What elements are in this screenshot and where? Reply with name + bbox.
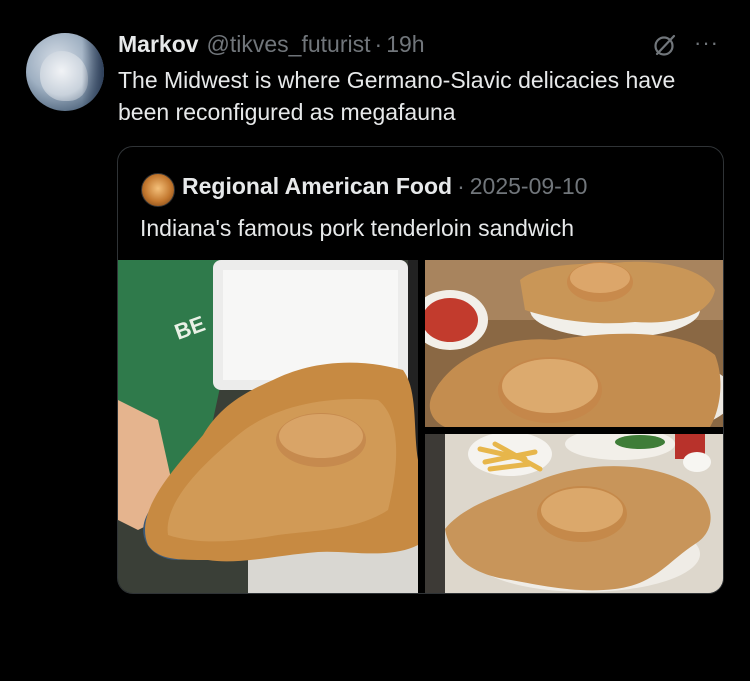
author-handle[interactable]: @tikves_futurist [207, 31, 371, 58]
tweet-header: Markov @tikves_futurist · 19h [118, 31, 425, 61]
author-name[interactable]: Markov [118, 31, 199, 58]
quoted-tweet-date[interactable]: 2025-09-10 [470, 173, 588, 200]
tweet-text: The Midwest is where Germano-Slavic deli… [118, 67, 676, 125]
penguin-avatar-icon [40, 51, 88, 101]
quoted-tweet-header: Regional American Food · 2025-09-10 [182, 173, 587, 200]
photo-person-holding-tenderloin[interactable]: BE [118, 260, 418, 593]
quoted-tweet[interactable]: Regional American Food · 2025-09-10 Indi… [117, 146, 724, 594]
food-avatar-icon[interactable] [141, 173, 175, 207]
grok-icon[interactable] [652, 32, 678, 58]
author-avatar[interactable] [26, 33, 104, 111]
separator: · [457, 173, 465, 199]
tweet[interactable]: Markov @tikves_futurist · 19h ··· The Mi… [0, 0, 750, 681]
quoted-author-name[interactable]: Regional American Food [182, 173, 452, 200]
photo-tenderloin-with-fries[interactable] [425, 434, 723, 593]
quoted-tweet-text: Indiana's famous pork tenderloin sandwic… [140, 215, 574, 241]
tweet-time[interactable]: 19h [386, 31, 424, 58]
more-options-icon[interactable]: ··· [694, 30, 724, 56]
separator: · [374, 31, 383, 57]
photo-tenderloin-plates[interactable] [425, 260, 723, 427]
